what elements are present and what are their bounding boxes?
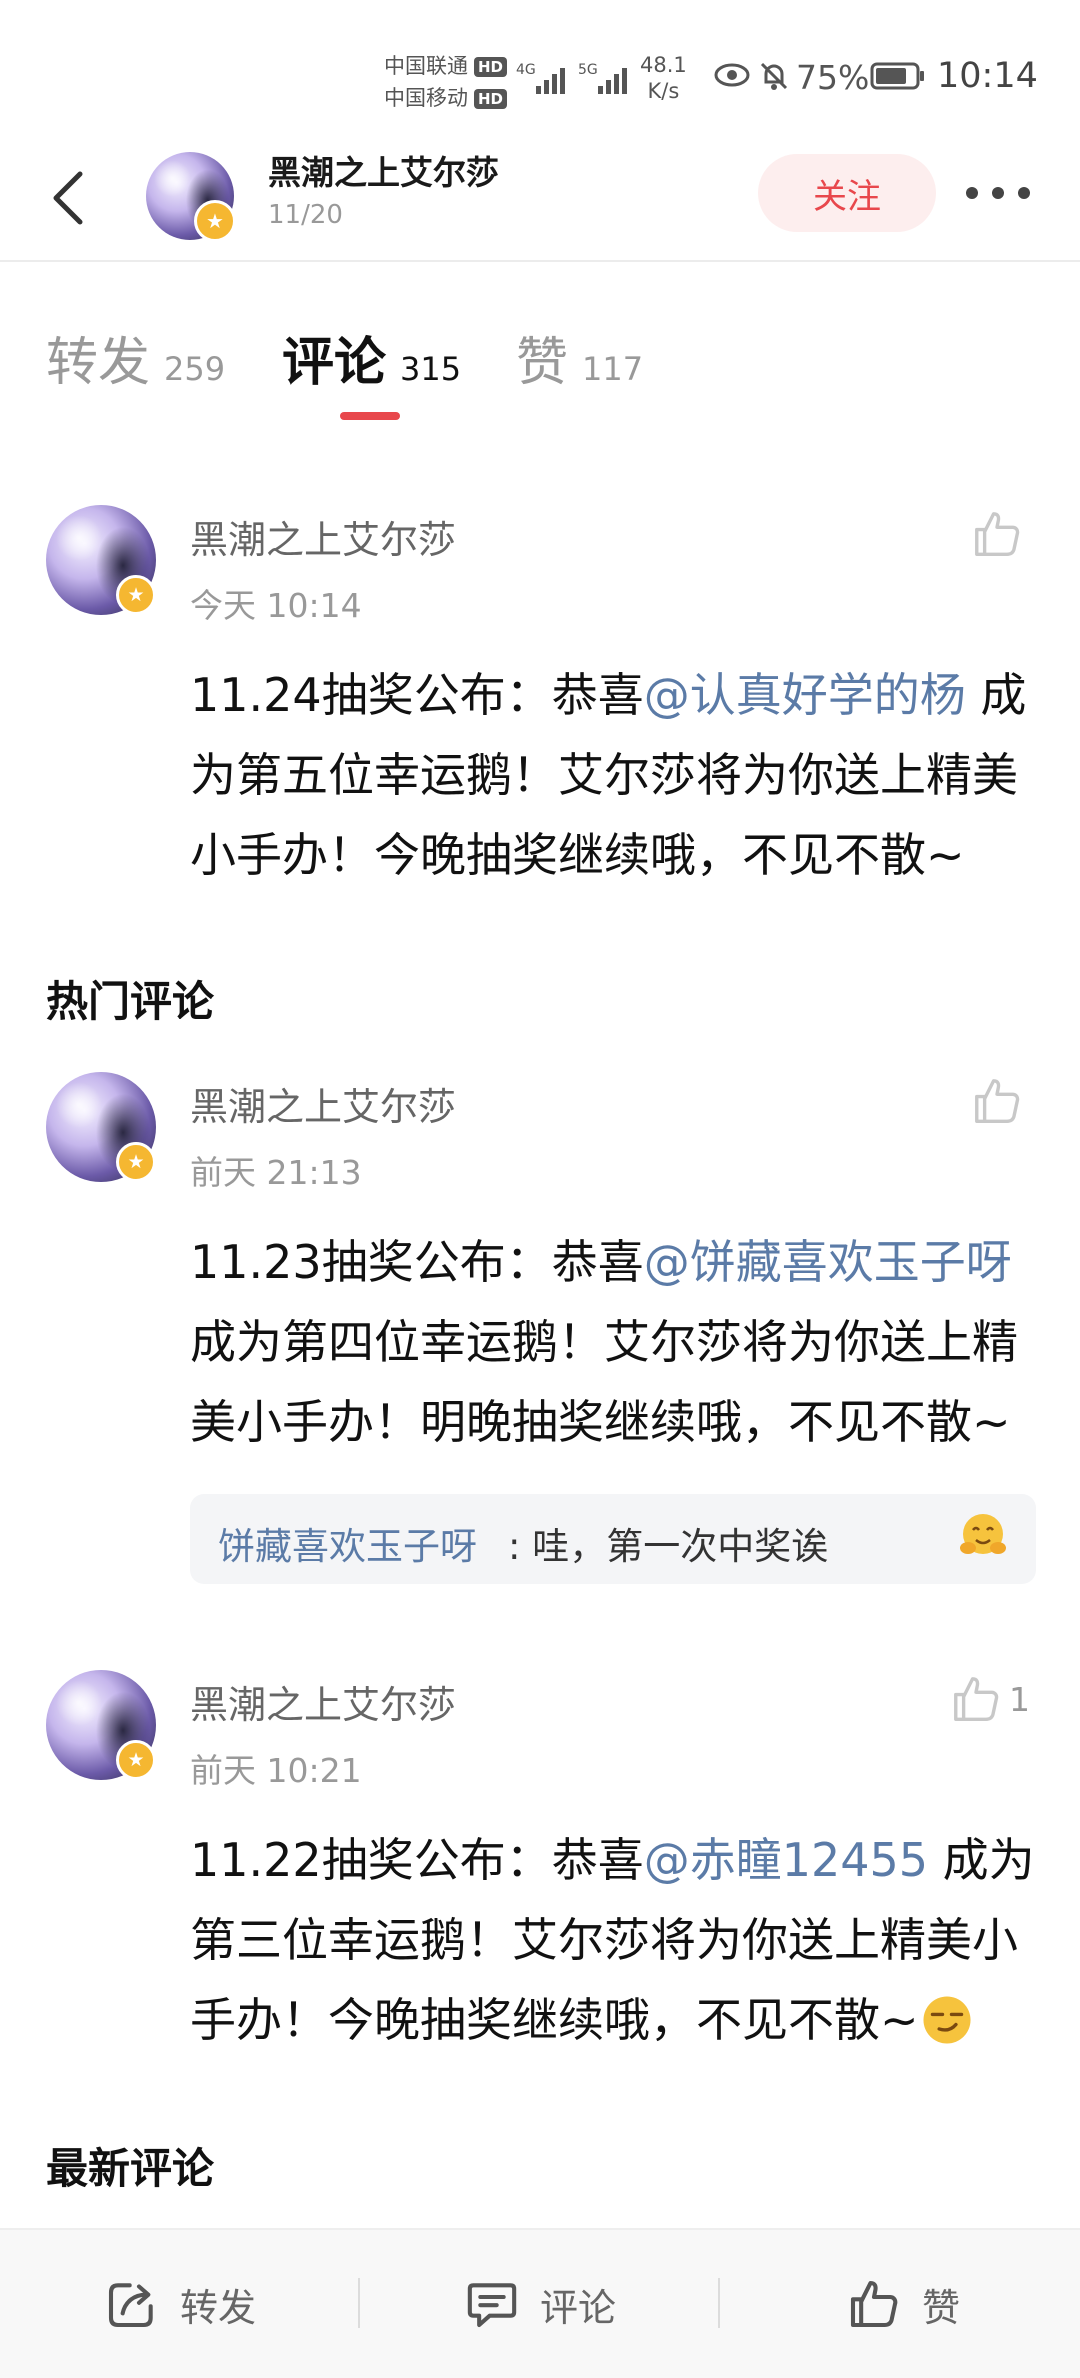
user-mention-link[interactable]: @饼藏喜欢玉子呀 xyxy=(644,1235,1012,1289)
battery-icon xyxy=(870,62,924,90)
chevron-left-icon xyxy=(53,171,83,225)
eye-comfort-icon xyxy=(714,63,750,87)
thumbs-up-icon xyxy=(975,512,1020,556)
tab-repost-count: 259 xyxy=(164,350,226,388)
like-button[interactable]: 赞 xyxy=(846,2230,960,2378)
thumbs-up-icon xyxy=(975,1079,1020,1123)
signal-4g-icon: 4G xyxy=(516,62,565,94)
speed-value: 48.1 xyxy=(640,53,687,77)
repost-button[interactable]: 转发 xyxy=(104,2230,256,2378)
comment-text-suffix: 成为第四位幸运鹅！艾尔莎将为你送上精美小手办！明晚抽奖继续哦，不见不散~ xyxy=(190,1315,1018,1449)
back-button[interactable] xyxy=(38,158,98,238)
user-mention-link[interactable]: @认真好学的杨 xyxy=(644,668,966,722)
tab-likes-count: 117 xyxy=(582,350,644,388)
like-label: 赞 xyxy=(922,2285,961,2330)
comment-text-prefix: 11.22抽奖公布：恭喜 xyxy=(190,1833,644,1887)
comment-label: 评论 xyxy=(540,2285,617,2330)
carrier-2: 中国移动 xyxy=(384,86,468,110)
comment-time: 前天 21:13 xyxy=(190,1153,362,1192)
thumbs-up-icon xyxy=(850,2280,898,2328)
hug-emoji xyxy=(960,1514,1006,1554)
tab-comments-label: 评论 xyxy=(282,333,387,393)
post-header: ★ 黑潮之上艾尔莎 11/20 关注 xyxy=(0,150,1080,262)
comment-text: 11.23抽奖公布：恭喜@饼藏喜欢玉子呀 成为第四位幸运鹅！艾尔莎将为你送上精美… xyxy=(190,1222,1050,1462)
verified-star-icon: ★ xyxy=(194,200,236,242)
smirk-emoji xyxy=(923,1996,971,2044)
comment-like-button[interactable] xyxy=(970,507,1030,561)
divider xyxy=(718,2278,720,2328)
tab-likes[interactable]: 赞 117 xyxy=(516,320,643,395)
bottom-action-bar: 转发 评论 赞 xyxy=(0,2228,1080,2378)
follow-button[interactable]: 关注 xyxy=(758,154,936,232)
author-name[interactable]: 黑潮之上艾尔莎 xyxy=(268,146,499,194)
divider xyxy=(358,2278,360,2328)
commenter-avatar[interactable]: ★ xyxy=(46,1670,156,1780)
commenter-avatar[interactable]: ★ xyxy=(46,505,156,615)
hd-badge-2: HD xyxy=(474,89,508,109)
net-4g-label: 4G xyxy=(516,62,536,78)
comment-text-prefix: 11.23抽奖公布：恭喜 xyxy=(190,1235,644,1289)
commenter-name[interactable]: 黑潮之上艾尔莎 xyxy=(190,1076,456,1131)
signal-5g-icon: 5G xyxy=(578,62,627,94)
speed-unit: K/s xyxy=(647,79,680,103)
tab-repost[interactable]: 转发 259 xyxy=(46,320,225,395)
repost-icon xyxy=(108,2283,153,2328)
comment-text: 11.22抽奖公布：恭喜@赤瞳12455 成为第三位幸运鹅！艾尔莎将为你送上精美… xyxy=(190,1820,1050,2060)
thumbs-up-icon xyxy=(954,1677,999,1721)
network-speed: 48.1 K/s xyxy=(640,52,687,104)
battery-percent: 75% xyxy=(796,58,870,97)
comment-text-prefix: 11.24抽奖公布：恭喜 xyxy=(190,668,644,722)
carrier-1: 中国联通 xyxy=(384,54,468,78)
reply-preview[interactable]: 饼藏喜欢玉子呀 : 哇，第一次中奖诶 xyxy=(190,1494,1036,1584)
comment-time: 今天 10:14 xyxy=(190,586,362,625)
reply-text: : 哇，第一次中奖诶 xyxy=(508,1525,829,1568)
comment-like-button[interactable]: 1 xyxy=(949,1672,1030,1726)
hot-comments-heading: 热门评论 xyxy=(46,977,215,1026)
post-date: 11/20 xyxy=(268,200,343,230)
latest-comments-heading: 最新评论 xyxy=(46,2144,215,2193)
net-5g-label: 5G xyxy=(578,62,598,78)
comment-item: ★ 黑潮之上艾尔莎 前天 10:21 1 11.22抽奖公布：恭喜@赤瞳1245… xyxy=(0,1670,1080,2090)
commenter-avatar[interactable]: ★ xyxy=(46,1072,156,1182)
hd-badge-1: HD xyxy=(474,57,508,77)
user-mention-link[interactable]: @赤瞳12455 xyxy=(644,1833,928,1887)
carrier-info: 中国联通 HD 中国移动 HD xyxy=(384,50,508,114)
reply-author-link[interactable]: 饼藏喜欢玉子呀 xyxy=(218,1516,477,1570)
verified-star-icon: ★ xyxy=(116,575,156,615)
comment-bubble-icon xyxy=(467,2283,517,2328)
verified-star-icon: ★ xyxy=(116,1740,156,1780)
active-tab-indicator xyxy=(340,412,400,420)
comment-item: ★ 黑潮之上艾尔莎 前天 21:13 11.23抽奖公布：恭喜@饼藏喜欢玉子呀 … xyxy=(0,1072,1080,1592)
tab-repost-label: 转发 xyxy=(46,333,151,393)
repost-label: 转发 xyxy=(180,2285,257,2330)
comment-text: 11.24抽奖公布：恭喜@认真好学的杨 成为第五位幸运鹅！艾尔莎将为你送上精美小… xyxy=(190,655,1050,895)
comment-time: 前天 10:21 xyxy=(190,1751,362,1790)
commenter-name[interactable]: 黑潮之上艾尔莎 xyxy=(190,509,456,564)
more-dots-icon xyxy=(966,187,978,199)
tab-comments-count: 315 xyxy=(400,350,462,388)
comment-like-button[interactable] xyxy=(970,1074,1030,1128)
bell-muted-icon xyxy=(760,62,788,90)
interaction-tabs: 转发 259 评论 315 赞 117 xyxy=(0,320,1080,430)
tab-likes-label: 赞 xyxy=(516,333,569,393)
tab-comments[interactable]: 评论 315 xyxy=(282,320,461,395)
more-options-button[interactable] xyxy=(966,178,1030,208)
clock: 10:14 xyxy=(937,56,1038,96)
commenter-name[interactable]: 黑潮之上艾尔莎 xyxy=(190,1674,456,1729)
comment-button[interactable]: 评论 xyxy=(464,2230,616,2378)
status-bar: 中国联通 HD 中国移动 HD 4G 5G 48.1 K/s 75% 10:14 xyxy=(0,0,1080,150)
verified-star-icon: ★ xyxy=(116,1142,156,1182)
comment-like-count: 1 xyxy=(1009,1679,1030,1719)
author-avatar[interactable]: ★ xyxy=(146,152,236,242)
comment-item: ★ 黑潮之上艾尔莎 今天 10:14 11.24抽奖公布：恭喜@认真好学的杨 成… xyxy=(0,505,1080,905)
